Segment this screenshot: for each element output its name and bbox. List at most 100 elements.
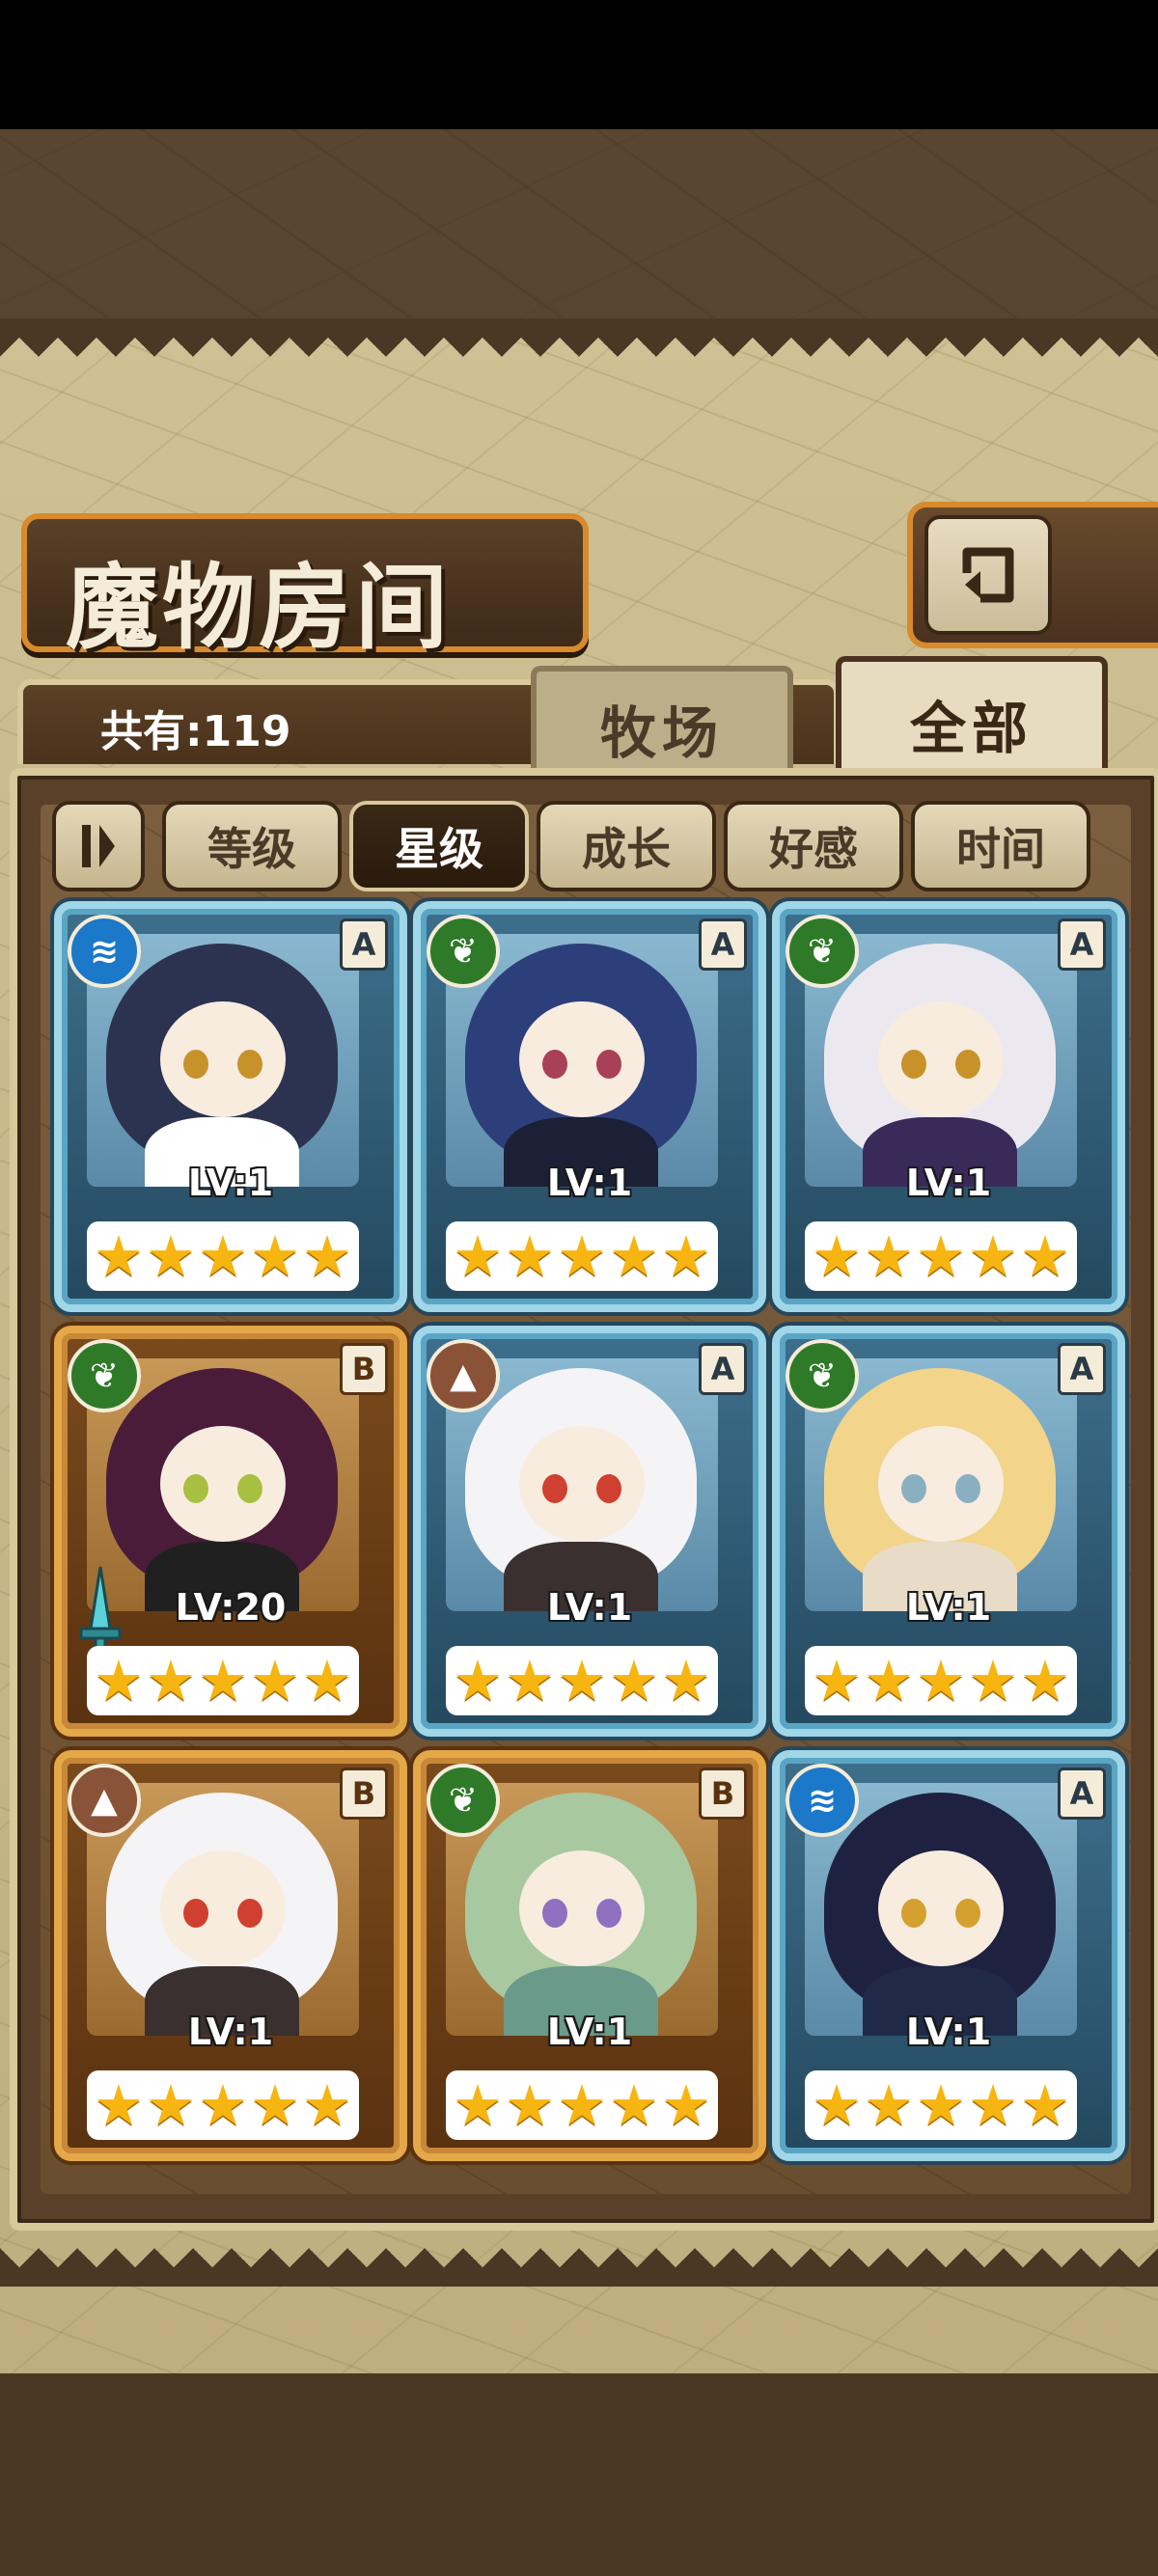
monster-level: LV:1 bbox=[187, 2011, 274, 2053]
back-button[interactable] bbox=[924, 515, 1052, 635]
star-rating: ★ ★ ★ ★ ★ bbox=[446, 1646, 718, 1715]
grade-badge: A bbox=[699, 918, 747, 971]
grade-badge: A bbox=[699, 1343, 747, 1395]
leaf-icon: ❦ bbox=[786, 915, 859, 988]
star-icon: ★ bbox=[453, 1223, 503, 1289]
star-icon: ★ bbox=[968, 2072, 1018, 2138]
return-arrow-icon bbox=[962, 547, 1014, 603]
star-icon: ★ bbox=[250, 1648, 300, 1713]
star-rating: ★ ★ ★ ★ ★ bbox=[446, 2070, 718, 2140]
grade-badge: B bbox=[699, 1768, 747, 1820]
star-icon: ★ bbox=[1020, 2072, 1070, 2138]
filter-level[interactable]: 等级 bbox=[162, 801, 342, 891]
filter-time[interactable]: 时间 bbox=[911, 801, 1090, 891]
star-icon: ★ bbox=[557, 1223, 607, 1289]
monster-level: LV:1 bbox=[905, 2011, 992, 2053]
leaf-icon: ❦ bbox=[427, 1764, 500, 1837]
star-rating: ★ ★ ★ ★ ★ bbox=[805, 1221, 1077, 1291]
monster-card[interactable]: ▲ B LV:1 ★ ★ ★ ★ ★ bbox=[54, 1750, 407, 2161]
monster-level: LV:1 bbox=[546, 1162, 633, 1204]
filter-growth[interactable]: 成长 bbox=[537, 801, 716, 891]
star-icon: ★ bbox=[198, 1648, 248, 1713]
leaf-icon: ❦ bbox=[68, 1339, 141, 1412]
star-icon: ★ bbox=[812, 1223, 862, 1289]
star-icon: ★ bbox=[661, 2072, 711, 2138]
grade-badge: A bbox=[1058, 1768, 1106, 1820]
monster-card[interactable]: ❦ B LV:1 ★ ★ ★ ★ ★ bbox=[413, 1750, 766, 2161]
water-icon: ≋ bbox=[68, 915, 141, 988]
star-icon: ★ bbox=[505, 2072, 555, 2138]
earth-icon: ▲ bbox=[68, 1764, 141, 1837]
grade-badge: B bbox=[340, 1343, 388, 1395]
star-icon: ★ bbox=[864, 1223, 914, 1289]
star-icon: ★ bbox=[864, 2072, 914, 2138]
star-icon: ★ bbox=[198, 2072, 248, 2138]
water-icon: ≋ bbox=[786, 1764, 859, 1837]
earth-icon: ▲ bbox=[427, 1339, 500, 1412]
leaf-icon: ❦ bbox=[427, 915, 500, 988]
monster-count: 共有:119 bbox=[100, 707, 291, 756]
monster-card[interactable]: ❦ A LV:1 ★ ★ ★ ★ ★ bbox=[772, 901, 1125, 1312]
page-title: 魔物房间 bbox=[66, 553, 452, 662]
star-icon: ★ bbox=[146, 1223, 196, 1289]
star-icon: ★ bbox=[812, 1648, 862, 1713]
monster-card[interactable]: ❦ A LV:1 ★ ★ ★ ★ ★ bbox=[772, 1326, 1125, 1737]
star-icon: ★ bbox=[557, 1648, 607, 1713]
leaf-icon: ❦ bbox=[786, 1339, 859, 1412]
star-icon: ★ bbox=[609, 2072, 659, 2138]
star-icon: ★ bbox=[916, 2072, 966, 2138]
monster-card[interactable]: ▲ A LV:1 ★ ★ ★ ★ ★ bbox=[413, 1326, 766, 1737]
star-icon: ★ bbox=[453, 2072, 503, 2138]
filter-star[interactable]: 星级 bbox=[349, 801, 529, 891]
grade-badge: A bbox=[1058, 1343, 1106, 1395]
star-icon: ★ bbox=[250, 2072, 300, 2138]
status-bar bbox=[0, 0, 1158, 129]
star-icon: ★ bbox=[302, 2072, 352, 2138]
star-icon: ★ bbox=[94, 2072, 144, 2138]
title-banner: 魔物房间 bbox=[21, 513, 589, 662]
grade-badge: B bbox=[340, 1768, 388, 1820]
star-icon: ★ bbox=[1020, 1223, 1070, 1289]
star-icon: ★ bbox=[302, 1223, 352, 1289]
back-button-frame bbox=[907, 502, 1158, 648]
star-icon: ★ bbox=[1020, 1648, 1070, 1713]
star-rating: ★ ★ ★ ★ ★ bbox=[87, 2070, 359, 2140]
star-rating: ★ ★ ★ ★ ★ bbox=[87, 1221, 359, 1291]
tab-all[interactable]: 全部 bbox=[836, 656, 1108, 785]
star-icon: ★ bbox=[557, 2072, 607, 2138]
monster-card[interactable]: ❦ B LV:20 ★ ★ ★ ★ ★ bbox=[54, 1326, 407, 1737]
star-icon: ★ bbox=[198, 1223, 248, 1289]
monster-level: LV:1 bbox=[187, 1162, 274, 1204]
star-icon: ★ bbox=[864, 1648, 914, 1713]
monster-card[interactable]: ≋ A LV:1 ★ ★ ★ ★ ★ bbox=[54, 901, 407, 1312]
star-icon: ★ bbox=[505, 1648, 555, 1713]
star-icon: ★ bbox=[661, 1648, 711, 1713]
zigzag-border-top bbox=[0, 318, 1158, 357]
star-icon: ★ bbox=[146, 2072, 196, 2138]
monster-level: LV:1 bbox=[905, 1162, 992, 1204]
bottom-map-band bbox=[0, 2373, 1158, 2576]
star-icon: ★ bbox=[302, 1648, 352, 1713]
monster-card[interactable]: ❦ A LV:1 ★ ★ ★ ★ ★ bbox=[413, 901, 766, 1312]
star-icon: ★ bbox=[968, 1223, 1018, 1289]
monster-level: LV:1 bbox=[905, 1586, 992, 1629]
monster-level: LV:1 bbox=[546, 2011, 633, 2053]
sort-order-icon bbox=[82, 825, 115, 867]
star-rating: ★ ★ ★ ★ ★ bbox=[805, 1646, 1077, 1715]
star-icon: ★ bbox=[916, 1223, 966, 1289]
star-rating: ★ ★ ★ ★ ★ bbox=[87, 1646, 359, 1715]
monster-card[interactable]: ≋ A LV:1 ★ ★ ★ ★ ★ bbox=[772, 1750, 1125, 2161]
star-icon: ★ bbox=[453, 1648, 503, 1713]
grade-badge: A bbox=[1058, 918, 1106, 971]
sort-order-toggle[interactable] bbox=[52, 801, 145, 891]
star-icon: ★ bbox=[146, 1648, 196, 1713]
star-icon: ★ bbox=[94, 1223, 144, 1289]
monster-level: LV:20 bbox=[175, 1586, 287, 1629]
star-rating: ★ ★ ★ ★ ★ bbox=[446, 1221, 718, 1291]
star-icon: ★ bbox=[609, 1223, 659, 1289]
filter-affection[interactable]: 好感 bbox=[724, 801, 903, 891]
star-icon: ★ bbox=[250, 1223, 300, 1289]
star-icon: ★ bbox=[812, 2072, 862, 2138]
star-icon: ★ bbox=[94, 1648, 144, 1713]
star-rating: ★ ★ ★ ★ ★ bbox=[805, 2070, 1077, 2140]
